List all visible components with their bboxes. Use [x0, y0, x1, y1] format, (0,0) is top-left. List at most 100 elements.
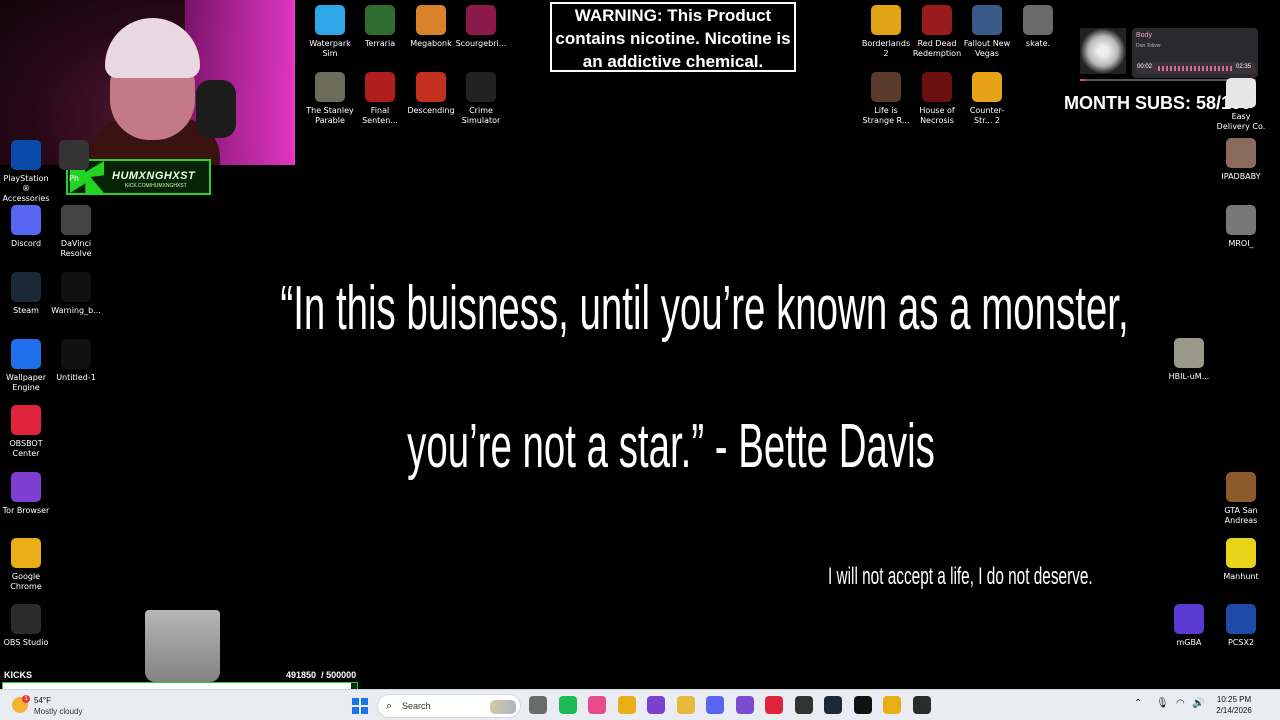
- desktop-icon-terraria[interactable]: Terraria: [354, 5, 406, 49]
- weather-widget[interactable]: 1 54°F Mostly cloudy: [12, 693, 122, 719]
- desktop-icon-scourgebri[interactable]: Scourgebri...: [455, 5, 507, 49]
- desktop-icon-warning-b[interactable]: Warning_b...: [50, 272, 102, 316]
- desktop-icon-manhunt[interactable]: Manhunt: [1215, 538, 1267, 582]
- desktop-icon-waterpark-sim[interactable]: Waterpark Sim: [304, 5, 356, 59]
- crime-simulator-icon: [466, 72, 496, 102]
- discord-icon[interactable]: [706, 696, 724, 714]
- counter-strike-icon: [972, 72, 1002, 102]
- desktop-icon-untitled-1[interactable]: Untitled-1: [50, 339, 102, 383]
- desktop-icon-house-of-necrosis[interactable]: House of Necrosis: [911, 72, 963, 126]
- image-file-icon: [1226, 138, 1256, 168]
- waterpark-icon: [315, 5, 345, 35]
- playstation-icon: [11, 140, 41, 170]
- nicotine-warning: WARNING: This Product contains nicotine.…: [550, 2, 796, 72]
- desktop-icon-descending[interactable]: Descending: [405, 72, 457, 116]
- wallpaper-quote: “In this buisness, until you’re known as…: [280, 240, 1128, 516]
- taskbar-search[interactable]: ⌕ Search: [377, 694, 521, 718]
- tor-icon[interactable]: [647, 696, 665, 714]
- desktop-icon-megabonk[interactable]: Megabonk: [405, 5, 457, 49]
- desktop-icon-gta-san-andreas[interactable]: GTA San Andreas: [1215, 472, 1267, 526]
- volume-icon[interactable]: 🔊: [1192, 698, 1204, 709]
- desktop-icon-label: Ph: [69, 174, 79, 183]
- chrome-icon[interactable]: [883, 696, 901, 714]
- desktop-icon-easy-delivery-co[interactable]: Easy Delivery Co.: [1215, 78, 1267, 132]
- kicks-goal-count: 491850 / 500000: [286, 670, 356, 680]
- start-button[interactable]: [352, 698, 368, 714]
- wallpaper-motto: I will not accept a life, I do not deser…: [828, 563, 1093, 590]
- desktop-icon-life-is-strange-r[interactable]: Life is Strange R...: [860, 72, 912, 126]
- house-of-necrosis-icon: [922, 72, 952, 102]
- clock-date: 2/14/2026: [1216, 706, 1252, 715]
- desktop-icon-obsbot-center[interactable]: OBSBOT Center: [0, 405, 52, 459]
- desktop-icon-label: Waterpark Sim: [309, 39, 351, 58]
- desktop-icon-hbil-um[interactable]: HBIL-uM...: [1163, 338, 1215, 382]
- obs-studio-icon[interactable]: [912, 696, 931, 714]
- desktop-icon-mroi[interactable]: MROI_: [1215, 205, 1267, 249]
- song-duration: 02:35: [1236, 64, 1252, 70]
- webcam-microphone: [196, 80, 236, 138]
- desktop-icon-label: Untitled-1: [56, 373, 96, 382]
- desktop-icon-label: Terraria: [364, 39, 396, 48]
- obsbot-icon[interactable]: [765, 696, 783, 714]
- desktop-icon-playstation-accessories[interactable]: PlayStation® Accessories: [0, 140, 52, 204]
- search-icon: ⌕: [386, 700, 393, 712]
- steam-icon[interactable]: [824, 696, 842, 714]
- taskbar-clock[interactable]: 10:25 PM 2/14/2026: [1208, 694, 1260, 716]
- desktop-icon-label: The Stanley Parable: [306, 106, 354, 125]
- desktop-icon-crime-simulator[interactable]: Crime Simulator: [455, 72, 507, 126]
- image-file-icon: [61, 272, 91, 302]
- final-sentence-icon: [365, 72, 395, 102]
- steam-icon: [11, 272, 41, 302]
- desktop-icon-mgba[interactable]: mGBA: [1163, 604, 1215, 648]
- mgba-icon: [1174, 604, 1204, 634]
- chrome-icon[interactable]: [617, 696, 636, 714]
- desktop-icon-obs-studio[interactable]: OBS Studio: [0, 604, 52, 648]
- desktop-icon-label: Final Senten...: [362, 106, 398, 125]
- desktop-icon-label: DaVinci Resolve: [60, 239, 92, 258]
- itunes-icon[interactable]: [588, 696, 606, 714]
- app-icon[interactable]: [794, 696, 813, 714]
- desktop-icon-red-dead-redemption[interactable]: Red Dead Redemption: [911, 5, 963, 59]
- desktop-icon-google-chrome[interactable]: Google Chrome: [0, 538, 52, 592]
- taskbar: 1 54°F Mostly cloudy ⌕ Search ⌃ 🎙 ◠ 🔊 10…: [0, 689, 1280, 720]
- desktop-icon-label: Fallout New Vegas: [963, 39, 1011, 58]
- desktop-icon-skate[interactable]: skate.: [1012, 5, 1064, 49]
- search-placeholder: Search: [402, 701, 431, 711]
- desktop-icon-pcsx2[interactable]: PCSX2: [1215, 604, 1267, 648]
- microphone-icon[interactable]: 🎙: [1156, 698, 1169, 709]
- file-explorer-icon[interactable]: [529, 696, 547, 714]
- desktop-icon-ph[interactable]: Ph: [48, 140, 100, 184]
- desktop-icon-label: Counter-Str... 2: [969, 106, 1005, 125]
- desktop-icon-label: Google Chrome: [10, 572, 42, 591]
- song-elapsed: 00:02: [1137, 64, 1153, 70]
- obs-icon: [11, 604, 41, 634]
- desktop-icon-the-stanley-parable[interactable]: The Stanley Parable: [304, 72, 356, 126]
- desktop-icon-counter-str-2[interactable]: Counter-Str... 2: [961, 72, 1013, 126]
- obsbot-icon: [11, 405, 41, 435]
- desktop-icon-wallpaper-engine[interactable]: Wallpaper Engine: [0, 339, 52, 393]
- desktop-icon-label: OBS Studio: [3, 638, 49, 647]
- rdr-icon: [922, 5, 952, 35]
- desktop-icon-borderlands-2[interactable]: Borderlands 2: [860, 5, 912, 59]
- desktop-icon-steam[interactable]: Steam: [0, 272, 52, 316]
- wifi-icon[interactable]: ◠: [1176, 698, 1185, 709]
- desktop-icon-label: Megabonk: [410, 39, 452, 48]
- desktop-icon-label: Life is Strange R...: [862, 106, 910, 125]
- desktop-icon-tor-browser[interactable]: Tor Browser: [0, 472, 52, 516]
- capcut-icon[interactable]: [853, 696, 872, 714]
- davinci-icon: [61, 205, 91, 235]
- pcsx2-icon: [1226, 604, 1256, 634]
- desktop-icon-davinci-resolve[interactable]: DaVinci Resolve: [50, 205, 102, 259]
- desktop-icon-label: HBIL-uM...: [1168, 372, 1210, 381]
- desktop-icon-label: Manhunt: [1223, 572, 1259, 581]
- desktop-icon-label: House of Necrosis: [919, 106, 955, 125]
- desktop-icon-discord[interactable]: Discord: [0, 205, 52, 249]
- show-hidden-icons-icon[interactable]: ⌃: [1134, 698, 1142, 709]
- desktop-icon-fallout-new-vegas[interactable]: Fallout New Vegas: [961, 5, 1013, 59]
- obs-icon[interactable]: [735, 696, 754, 714]
- desktop-icon-final-senten[interactable]: Final Senten...: [354, 72, 406, 126]
- folder-icon[interactable]: [676, 696, 695, 714]
- spotify-icon[interactable]: [558, 696, 577, 714]
- weather-desc: Mostly cloudy: [34, 707, 83, 716]
- desktop-icon-ipadbaby[interactable]: IPADBABY: [1215, 138, 1267, 182]
